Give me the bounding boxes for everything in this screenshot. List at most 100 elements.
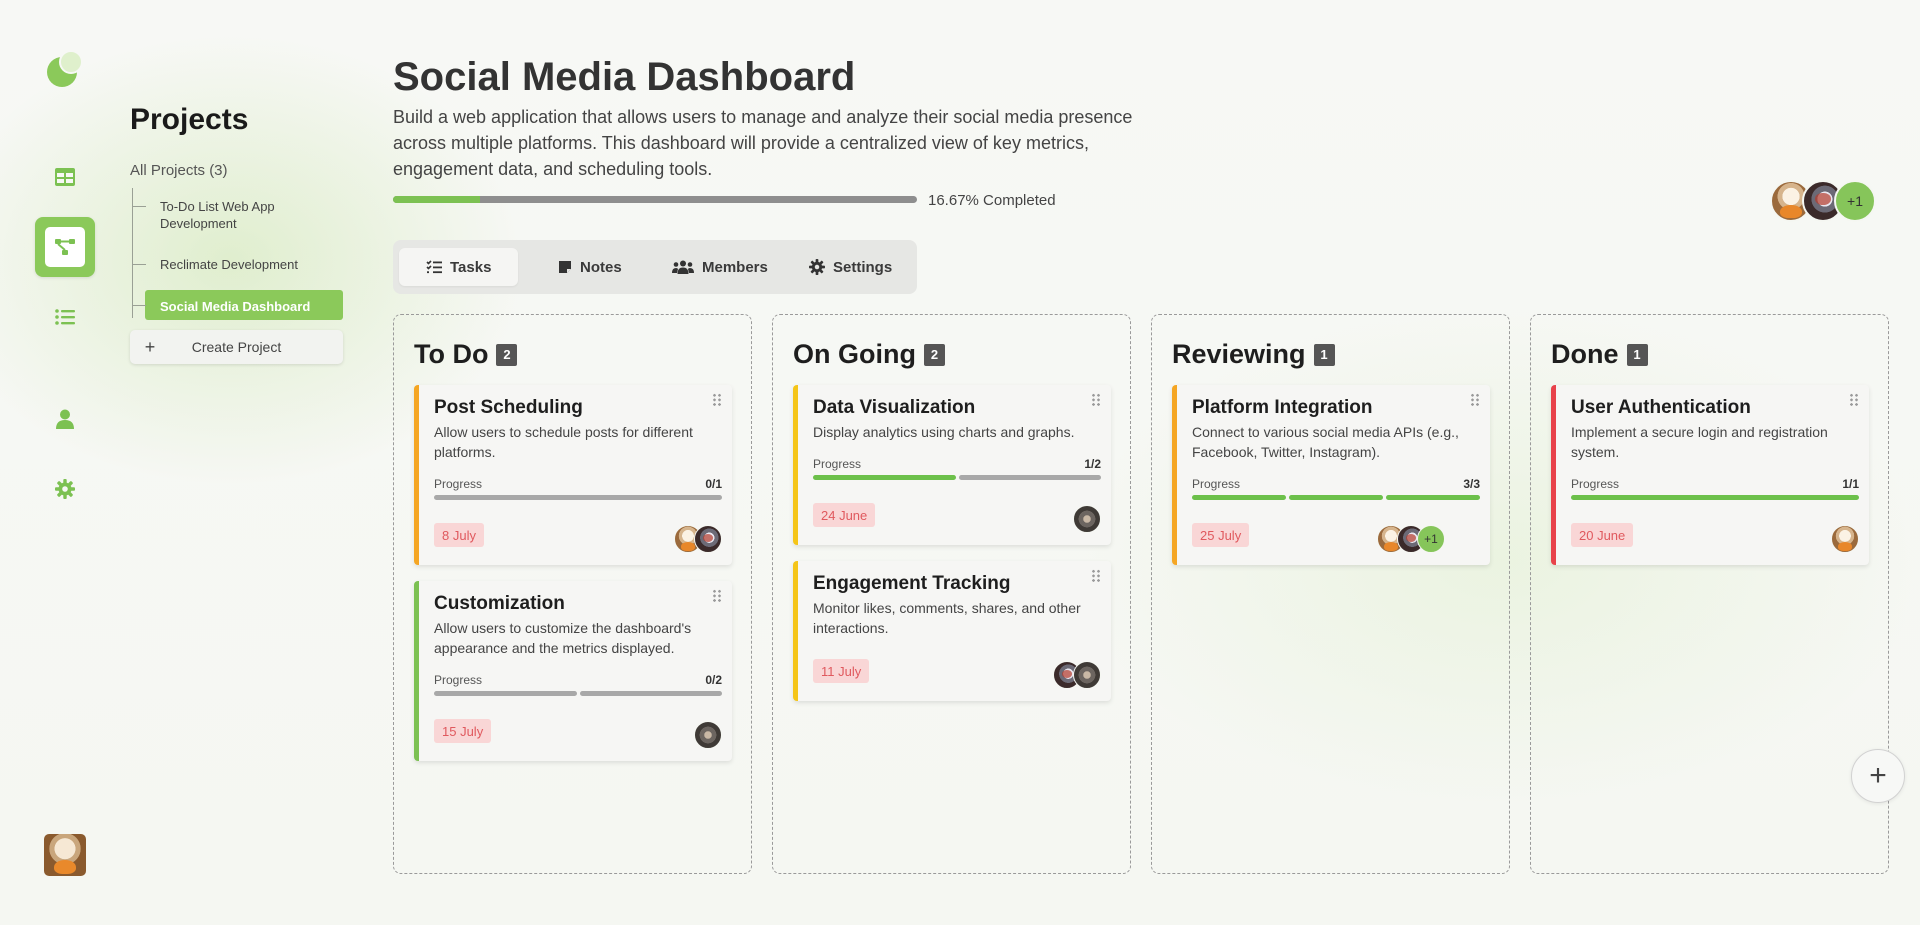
- task-card[interactable]: Post Scheduling Allow users to schedule …: [414, 385, 732, 565]
- progress-count: 1/1: [1842, 477, 1859, 491]
- progress-segment: [434, 495, 722, 500]
- progress-segment: [434, 691, 577, 696]
- task-card[interactable]: Platform Integration Connect to various …: [1172, 385, 1490, 565]
- progress-bar: [813, 475, 1101, 480]
- progress-segment: [579, 691, 722, 696]
- column-count-badge: 2: [923, 343, 945, 366]
- tab-members[interactable]: Members: [672, 248, 768, 286]
- task-card[interactable]: Data Visualization Display analytics usi…: [793, 385, 1111, 545]
- drag-handle-icon[interactable]: [712, 589, 722, 603]
- card-assignees[interactable]: [1053, 661, 1101, 689]
- gear-icon: [55, 479, 75, 499]
- tab-label: Members: [702, 258, 768, 276]
- progress-segment: [813, 475, 956, 480]
- page-title: Social Media Dashboard: [393, 55, 856, 99]
- more-assignees-badge[interactable]: +1: [1417, 525, 1445, 553]
- tab-notes[interactable]: Notes: [558, 248, 622, 286]
- assignee-avatar[interactable]: [694, 525, 722, 553]
- card-assignees[interactable]: +1: [1377, 525, 1445, 553]
- progress-segment: [1289, 495, 1383, 500]
- card-description: Connect to various social media APIs (e.…: [1192, 424, 1459, 460]
- gear-icon: [809, 259, 825, 275]
- settings-nav-button[interactable]: [35, 459, 95, 519]
- due-date-badge: 11 July: [813, 659, 870, 683]
- project-members[interactable]: +1: [1770, 180, 1876, 222]
- progress-label: Progress: [434, 673, 483, 687]
- column-header: Done 1: [1551, 339, 1648, 370]
- users-icon: [672, 260, 694, 274]
- all-projects-link[interactable]: All Projects (3): [130, 162, 228, 179]
- project-item-label: Social Media Dashboard: [160, 299, 311, 314]
- assignee-avatar[interactable]: [694, 721, 722, 749]
- card-description: Monitor likes, comments, shares, and oth…: [813, 600, 1081, 636]
- drag-handle-icon[interactable]: [1091, 393, 1101, 407]
- column-header: On Going 2: [793, 339, 945, 370]
- overall-progress-label: 16.67% Completed: [928, 192, 1056, 209]
- card-title: Data Visualization: [813, 397, 976, 418]
- project-item-social-media[interactable]: Social Media Dashboard: [132, 290, 343, 320]
- progress-segment: [1571, 495, 1859, 500]
- card-title: Platform Integration: [1192, 397, 1373, 418]
- progress-bar: [1192, 495, 1480, 500]
- card-assignees[interactable]: [674, 525, 722, 553]
- tab-tasks[interactable]: Tasks: [399, 248, 519, 286]
- card-assignees[interactable]: [694, 721, 722, 749]
- column-title: Reviewing: [1172, 339, 1306, 369]
- column-done: Done 1 User Authentication Implement a s…: [1530, 314, 1889, 874]
- card-title: Customization: [434, 593, 565, 614]
- column-header: Reviewing 1: [1172, 339, 1335, 370]
- column-title: On Going: [793, 339, 916, 369]
- task-card[interactable]: Customization Allow users to customize t…: [414, 581, 732, 761]
- profile-nav-button[interactable]: [35, 389, 95, 449]
- due-date-badge: 25 July: [1192, 523, 1250, 547]
- assignee-avatar[interactable]: [1073, 661, 1101, 689]
- project-item-reclimate[interactable]: Reclimate Development: [132, 256, 298, 273]
- progress-count: 3/3: [1463, 477, 1480, 491]
- drag-handle-icon[interactable]: [1470, 393, 1480, 407]
- user-avatar[interactable]: [44, 834, 86, 876]
- column-reviewing: Reviewing 1 Platform Integration Connect…: [1151, 314, 1510, 874]
- project-description: Build a web application that allows user…: [393, 107, 1133, 179]
- column-title: To Do: [414, 339, 489, 369]
- overall-progress-bar: [393, 196, 917, 203]
- more-members-badge[interactable]: +1: [1834, 180, 1876, 222]
- task-card[interactable]: Engagement Tracking Monitor likes, comme…: [793, 561, 1111, 701]
- progress-bar: [1571, 495, 1859, 500]
- assignee-avatar[interactable]: [1831, 525, 1859, 553]
- logo-icon[interactable]: [46, 50, 84, 88]
- projects-heading: Projects: [130, 103, 249, 136]
- progress-label: Progress: [1571, 477, 1620, 491]
- tree-tick: [132, 264, 146, 265]
- progress-bar: [434, 691, 722, 696]
- card-description: Display analytics using charts and graph…: [813, 424, 1075, 440]
- column-todo: To Do 2 Post Scheduling Allow users to s…: [393, 314, 752, 874]
- create-project-button[interactable]: + Create Project: [130, 330, 343, 364]
- add-task-button[interactable]: +: [1851, 749, 1905, 803]
- tab-settings[interactable]: Settings: [809, 248, 892, 286]
- progress-count: 0/1: [705, 477, 722, 491]
- task-card[interactable]: User Authentication Implement a secure l…: [1551, 385, 1869, 565]
- checklist-icon: [426, 260, 442, 274]
- project-item-todo-list[interactable]: To-Do List Web App Development: [132, 198, 310, 232]
- list-nav-button[interactable]: [35, 287, 95, 347]
- card-description: Implement a secure login and registratio…: [1571, 424, 1828, 460]
- table-nav-button[interactable]: [35, 147, 95, 207]
- list-icon: [55, 309, 75, 325]
- progress-count: 0/2: [705, 673, 722, 687]
- card-assignees[interactable]: [1073, 505, 1101, 533]
- progress-segment: [1192, 495, 1286, 500]
- projects-nav-button[interactable]: [35, 217, 95, 277]
- due-date-badge: 24 June: [813, 503, 876, 527]
- assignee-avatar[interactable]: [1073, 505, 1101, 533]
- drag-handle-icon[interactable]: [1091, 569, 1101, 583]
- card-assignees[interactable]: [1831, 525, 1859, 553]
- tab-label: Settings: [833, 258, 893, 276]
- progress-label: Progress: [813, 457, 862, 471]
- progress-segment: [1386, 495, 1480, 500]
- progress-label: Progress: [1192, 477, 1241, 491]
- column-count-badge: 1: [1313, 343, 1335, 366]
- progress-count: 1/2: [1084, 457, 1101, 471]
- user-icon: [56, 409, 74, 429]
- drag-handle-icon[interactable]: [712, 393, 722, 407]
- drag-handle-icon[interactable]: [1849, 393, 1859, 407]
